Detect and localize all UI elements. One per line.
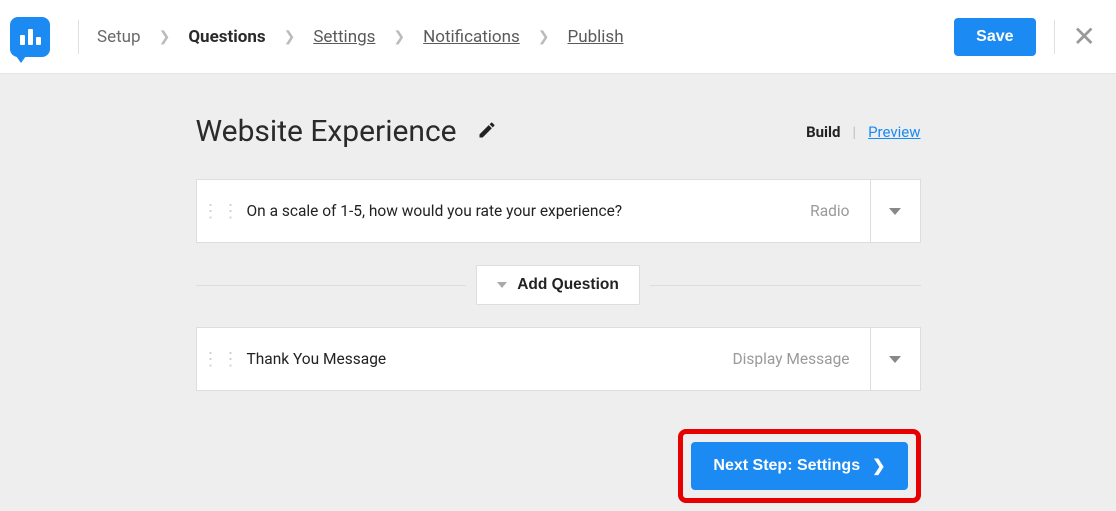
divider [78,20,79,54]
expand-button[interactable] [870,327,920,391]
add-question-label: Add Question [517,276,619,294]
next-step-label: Next Step: Settings [713,457,860,475]
next-step-button[interactable]: Next Step: Settings ❯ [691,442,907,490]
close-icon[interactable]: ✕ [1073,23,1096,51]
toggle-separator: | [852,123,856,141]
topbar: Setup ❯ Questions ❯ Settings ❯ Notificat… [0,0,1116,74]
next-wrap: Next Step: Settings ❯ [196,429,921,503]
edit-icon[interactable] [477,120,497,144]
drag-handle-icon[interactable]: ⋮⋮ [197,201,247,222]
thankyou-card[interactable]: ⋮⋮ Thank You Message Display Message [196,327,921,391]
view-toggle: Build | Preview [806,123,920,141]
expand-button[interactable] [870,179,920,243]
app-logo[interactable] [10,17,50,57]
rule-line [196,285,467,286]
crumb-notifications[interactable]: Notifications [423,27,520,47]
question-type: Radio [810,202,869,220]
toggle-preview[interactable]: Preview [868,123,920,141]
page-title: Website Experience [196,114,457,149]
question-text: On a scale of 1-5, how would you rate yo… [247,202,811,220]
content-area: Website Experience Build | Preview ⋮⋮ On… [0,74,1116,503]
crumb-settings[interactable]: Settings [313,27,375,47]
save-button[interactable]: Save [954,18,1035,56]
crumb-setup[interactable]: Setup [97,27,141,47]
chevron-right-icon: ❯ [159,29,171,45]
question-card[interactable]: ⋮⋮ On a scale of 1-5, how would you rate… [196,179,921,243]
thankyou-text: Thank You Message [247,350,733,368]
next-highlight-box: Next Step: Settings ❯ [678,429,920,503]
title-row: Website Experience Build | Preview [196,114,921,149]
breadcrumb: Setup ❯ Questions ❯ Settings ❯ Notificat… [97,27,954,47]
divider [1054,20,1055,54]
drag-handle-icon[interactable]: ⋮⋮ [197,349,247,370]
toggle-build[interactable]: Build [806,123,840,141]
chevron-down-icon [889,356,901,363]
crumb-questions[interactable]: Questions [188,27,265,47]
chevron-right-icon: ❯ [538,29,550,45]
panel: Website Experience Build | Preview ⋮⋮ On… [196,114,921,503]
chevron-right-icon: ❯ [872,456,885,476]
thankyou-type: Display Message [732,350,869,368]
chevron-down-icon [889,208,901,215]
add-question-button[interactable]: Add Question [476,265,640,305]
rule-line [650,285,921,286]
chevron-down-icon [497,282,507,288]
crumb-publish[interactable]: Publish [568,27,624,47]
add-question-row: Add Question [196,265,921,305]
chevron-right-icon: ❯ [393,29,405,45]
logo-wrap [0,17,60,57]
chevron-right-icon: ❯ [284,29,296,45]
